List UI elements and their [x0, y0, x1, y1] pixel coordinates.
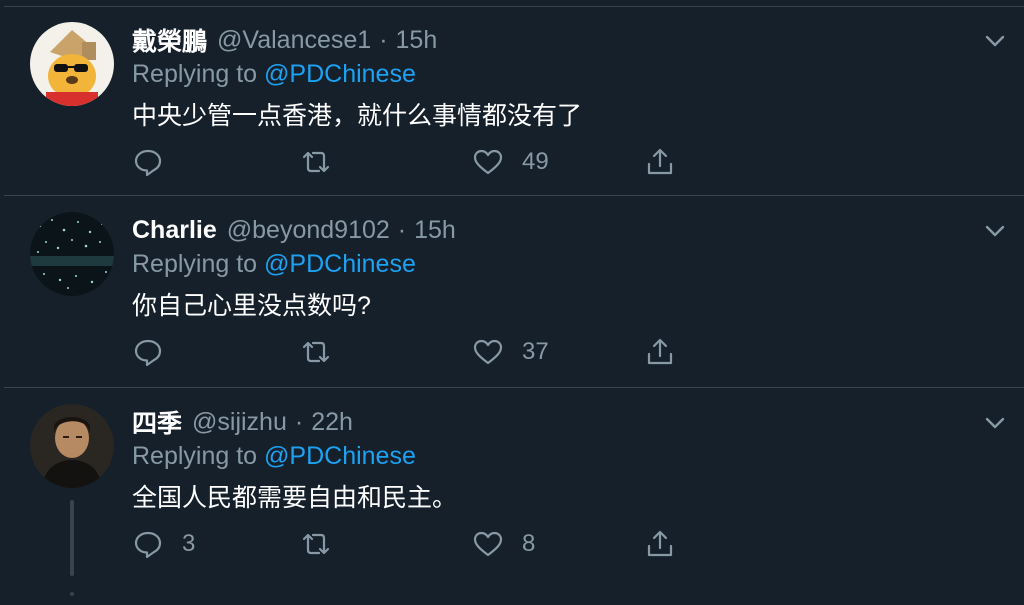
tweet-text: 中央少管一点香港，就什么事情都没有了	[132, 102, 583, 130]
thread-connector	[70, 500, 74, 576]
tweet-text: 全国人民都需要自由和民主。	[132, 484, 458, 512]
reply-button[interactable]	[132, 142, 182, 182]
reply-icon	[134, 339, 162, 367]
replying-to: Replying to @PDChinese	[132, 442, 416, 471]
replying-to-label: Replying to	[132, 60, 265, 88]
user-handle[interactable]: @Valancese1	[217, 26, 371, 55]
heart-icon	[473, 339, 503, 365]
thread-dot	[70, 592, 74, 596]
retweet-button[interactable]	[300, 524, 350, 564]
replying-to: Replying to @PDChinese	[132, 250, 416, 279]
reply-icon	[134, 531, 162, 559]
starry-room-avatar-icon	[30, 212, 114, 296]
share-button[interactable]	[644, 332, 676, 372]
chevron-down-icon[interactable]	[982, 410, 1008, 436]
tweet-actions: 3 8	[132, 524, 692, 564]
chevron-down-icon[interactable]	[982, 28, 1008, 54]
retweet-button[interactable]	[300, 142, 350, 182]
timeline: 戴榮鵬 @Valancese1 · 15h Replying to @PDChi…	[0, 0, 1024, 605]
reply-button[interactable]	[132, 332, 182, 372]
mention-link[interactable]: @PDChinese	[264, 250, 416, 278]
avatar[interactable]	[30, 212, 114, 296]
separator: ·	[397, 215, 407, 244]
display-name[interactable]: 四季	[132, 404, 182, 440]
share-button[interactable]	[644, 524, 676, 564]
like-count: 8	[522, 530, 536, 557]
reply-count: 3	[182, 530, 196, 557]
separator: ·	[379, 25, 388, 54]
like-button[interactable]: 37	[472, 332, 549, 372]
replying-to-label: Replying to	[132, 250, 265, 278]
chevron-down-icon[interactable]	[982, 218, 1008, 244]
display-name[interactable]: Charlie	[132, 216, 217, 245]
like-count: 37	[522, 338, 549, 365]
retweet-icon	[302, 533, 330, 555]
user-handle[interactable]: @sijizhu	[192, 408, 287, 437]
reply-icon	[134, 149, 162, 177]
retweet-icon	[302, 341, 330, 363]
cartoon-bear-avatar-icon	[30, 22, 114, 106]
user-handle[interactable]: @beyond9102	[227, 216, 390, 245]
tweet[interactable]: 戴榮鵬 @Valancese1 · 15h Replying to @PDChi…	[4, 6, 1024, 196]
replying-to-label: Replying to	[132, 442, 265, 470]
avatar[interactable]	[30, 404, 114, 488]
reply-button[interactable]: 3	[132, 524, 195, 564]
like-button[interactable]: 8	[472, 524, 535, 564]
tweet[interactable]: 四季 @sijizhu · 22h Replying to @PDChinese…	[4, 388, 1024, 605]
like-button[interactable]: 49	[472, 142, 549, 182]
heart-icon	[473, 149, 503, 175]
like-count: 49	[522, 148, 549, 175]
share-icon	[647, 530, 673, 557]
share-icon	[647, 148, 673, 175]
retweet-button[interactable]	[300, 332, 350, 372]
separator: ·	[294, 407, 304, 436]
share-icon	[647, 338, 673, 365]
timestamp[interactable]: 15h	[414, 216, 456, 245]
tweet-header: 四季 @sijizhu · 22h	[132, 404, 353, 440]
replying-to: Replying to @PDChinese	[132, 60, 416, 89]
display-name[interactable]: 戴榮鵬	[132, 22, 207, 58]
mention-link[interactable]: @PDChinese	[264, 60, 416, 88]
avatar[interactable]	[30, 22, 114, 106]
timestamp[interactable]: 22h	[311, 408, 353, 437]
tweet-text: 你自己心里没点数吗?	[132, 292, 371, 320]
portrait-avatar-icon	[30, 404, 114, 488]
share-button[interactable]	[644, 142, 676, 182]
retweet-icon	[302, 151, 330, 173]
tweet-actions: 49	[132, 142, 692, 182]
mention-link[interactable]: @PDChinese	[264, 442, 416, 470]
heart-icon	[473, 531, 503, 557]
tweet[interactable]: Charlie @beyond9102 · 15h Replying to @P…	[4, 196, 1024, 388]
tweet-actions: 37	[132, 332, 692, 372]
tweet-header: Charlie @beyond9102 · 15h	[132, 212, 456, 248]
timestamp[interactable]: 15h	[396, 26, 438, 55]
tweet-header: 戴榮鵬 @Valancese1 · 15h	[132, 22, 437, 58]
